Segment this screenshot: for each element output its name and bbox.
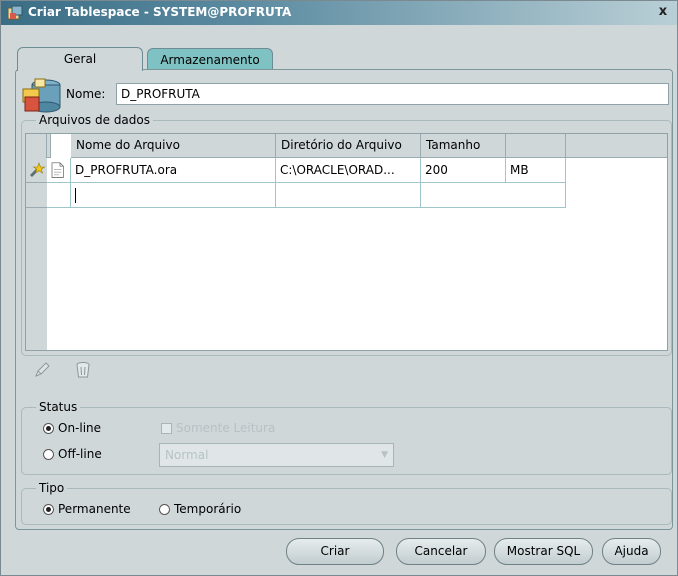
permanent-label: Permanente bbox=[58, 502, 131, 516]
readonly-checkbox[interactable] bbox=[161, 423, 172, 434]
document-icon bbox=[51, 162, 64, 178]
cell-directory-empty[interactable] bbox=[276, 183, 421, 208]
column-header-unit[interactable] bbox=[506, 134, 566, 158]
offline-label: Off-line bbox=[58, 447, 102, 461]
create-tablespace-dialog: Criar Tablespace - SYSTEM@PROFRUTA x Arm… bbox=[0, 0, 678, 576]
trash-icon[interactable] bbox=[74, 361, 92, 379]
status-group-title: Status bbox=[36, 400, 81, 414]
offline-mode-value: Normal bbox=[165, 448, 209, 462]
cell-unit[interactable]: MB bbox=[506, 158, 566, 183]
new-row-star-icon bbox=[30, 162, 46, 177]
window-title: Criar Tablespace - SYSTEM@PROFRUTA bbox=[28, 5, 292, 19]
table-header-spacer bbox=[47, 134, 51, 158]
tab-geral[interactable]: Geral bbox=[17, 47, 143, 71]
column-header-filler bbox=[566, 134, 667, 158]
cell-file-name-editing[interactable] bbox=[71, 183, 276, 208]
column-header-size[interactable]: Tamanho bbox=[421, 134, 506, 158]
database-tablespace-icon bbox=[22, 78, 61, 113]
temporary-label: Temporário bbox=[174, 502, 242, 516]
online-label: On-line bbox=[58, 421, 102, 435]
title-bar: Criar Tablespace - SYSTEM@PROFRUTA x bbox=[1, 1, 677, 25]
create-button[interactable]: Criar bbox=[286, 538, 384, 565]
text-cursor bbox=[75, 188, 76, 203]
file-type-cell bbox=[47, 158, 71, 183]
column-header-directory[interactable]: Diretório do Arquivo bbox=[276, 134, 421, 158]
online-radio[interactable] bbox=[43, 423, 54, 434]
row-header[interactable] bbox=[26, 158, 47, 183]
chevron-down-icon: ▼ bbox=[381, 450, 388, 460]
row-header-filler bbox=[26, 208, 47, 350]
datafiles-group-title: Arquivos de dados bbox=[36, 113, 153, 127]
show-sql-button[interactable]: Mostrar SQL bbox=[494, 538, 593, 565]
file-type-cell bbox=[47, 183, 71, 208]
cancel-button[interactable]: Cancelar bbox=[396, 538, 486, 565]
column-header-file-name[interactable]: Nome do Arquivo bbox=[71, 134, 276, 158]
cell-directory[interactable]: C:\ORACLE\ORAD... bbox=[276, 158, 421, 183]
app-icon bbox=[7, 5, 23, 20]
cell-size[interactable]: 200 bbox=[421, 158, 506, 183]
name-input[interactable]: D_PROFRUTA bbox=[116, 83, 669, 105]
cell-size-empty[interactable] bbox=[421, 183, 566, 208]
datafiles-table: Nome do Arquivo Diretório do Arquivo Tam… bbox=[25, 133, 668, 351]
type-group-title: Tipo bbox=[36, 481, 68, 495]
readonly-label: Somente Leitura bbox=[176, 421, 276, 435]
permanent-radio[interactable] bbox=[43, 504, 54, 515]
help-button[interactable]: Ajuda bbox=[602, 538, 661, 565]
close-icon[interactable]: x bbox=[655, 4, 671, 20]
offline-mode-select[interactable]: Normal ▼ bbox=[159, 443, 394, 467]
cell-file-name[interactable]: D_PROFRUTA.ora bbox=[71, 158, 276, 183]
name-label: Nome: bbox=[66, 87, 106, 101]
temporary-radio[interactable] bbox=[159, 504, 170, 515]
row-header[interactable] bbox=[26, 183, 47, 208]
edit-pencil-icon[interactable] bbox=[33, 361, 51, 379]
offline-radio[interactable] bbox=[43, 449, 54, 460]
